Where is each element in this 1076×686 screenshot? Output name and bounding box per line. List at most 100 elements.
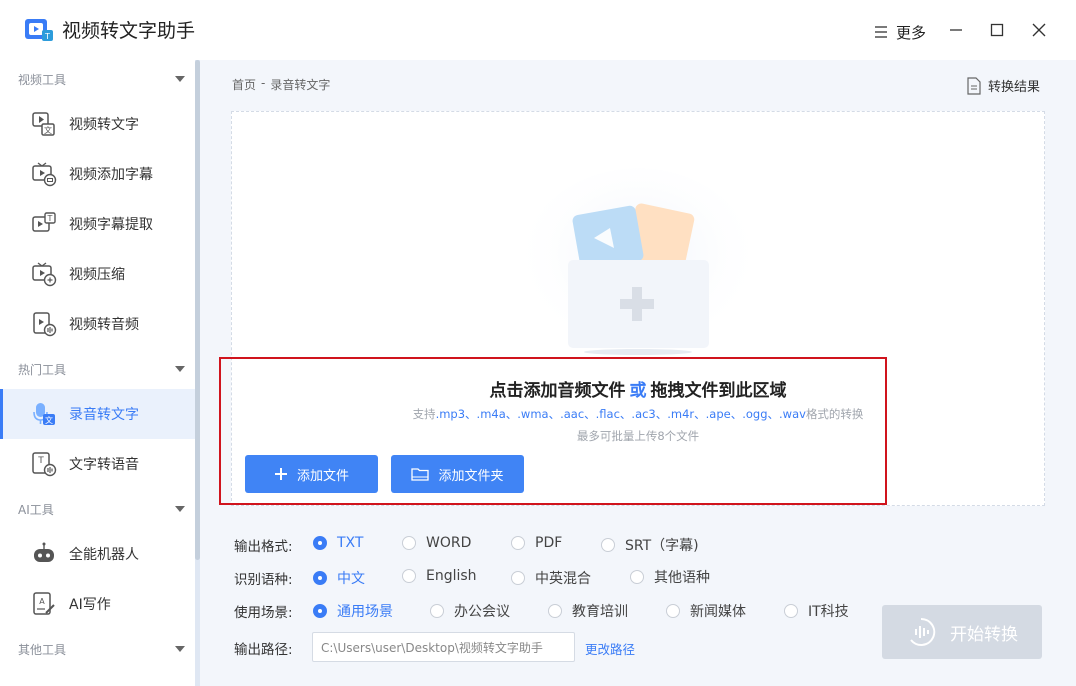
- radio-label: 中文: [337, 571, 365, 587]
- radio-dot: [666, 604, 680, 618]
- sidebar-item-label: AI写作: [69, 597, 111, 613]
- document-icon: [967, 76, 981, 95]
- radio-scene-education[interactable]: 教育培训: [548, 601, 628, 621]
- radio-label: English: [426, 568, 477, 584]
- radio-dot: [784, 604, 798, 618]
- section-label: 视频工具: [18, 72, 67, 87]
- text-to-speech-icon: T: [30, 450, 58, 478]
- video-compress-icon: [30, 260, 58, 288]
- folder-icon: [411, 468, 430, 481]
- svg-text:文: 文: [45, 415, 53, 425]
- radio-language-english[interactable]: English: [402, 568, 477, 584]
- maximize-button[interactable]: [985, 18, 1009, 42]
- sidebar-item-video-to-text[interactable]: 文 视频转文字: [0, 99, 195, 149]
- plus-icon: [274, 468, 287, 480]
- formats-list: .mp3、.m4a、.wma、.aac、.flac、.ac3、.m4r、.ape…: [435, 407, 806, 421]
- radio-dot: [430, 604, 444, 618]
- radio-label: 新闻媒体: [690, 604, 746, 620]
- sidebar-item-label: 视频添加字幕: [69, 167, 153, 183]
- svg-text:文: 文: [44, 125, 52, 135]
- section-label: AI工具: [18, 502, 54, 517]
- svg-text:T: T: [37, 456, 44, 466]
- radio-dot: [601, 538, 615, 552]
- sidebar-section-ai-tools[interactable]: AI工具: [0, 491, 195, 527]
- sidebar-section-video-tools[interactable]: 视频工具: [0, 61, 195, 97]
- upload-limit-text: 最多可批量上传8个文件: [576, 429, 700, 443]
- add-file-button[interactable]: 添加文件: [245, 455, 378, 493]
- menu-icon: [875, 26, 887, 38]
- radio-dot: [548, 604, 562, 618]
- sidebar-item-label: 全能机器人: [69, 547, 139, 563]
- breadcrumb-home[interactable]: 首页: [232, 76, 256, 93]
- add-file-label: 添加文件: [296, 468, 349, 484]
- radio-label: 教育培训: [572, 604, 628, 620]
- ai-writing-icon: A: [30, 590, 58, 618]
- start-conversion-button[interactable]: 开始转换: [882, 605, 1042, 659]
- caret-down-icon: [175, 366, 185, 372]
- radio-label: TXT: [337, 535, 364, 551]
- microphone-icon: 文: [30, 400, 58, 428]
- sidebar-item-ai-writing[interactable]: A AI写作: [0, 579, 195, 629]
- breadcrumb-current: 录音转文字: [270, 78, 331, 92]
- drop-zone-title: 点击添加音频文件或拖拽文件到此区域: [232, 376, 1044, 401]
- radio-dot: [511, 536, 525, 550]
- sidebar-section-other-tools[interactable]: 其他工具: [0, 631, 195, 667]
- drop-title-or: 或: [629, 381, 647, 401]
- minimize-button[interactable]: [944, 18, 968, 42]
- radio-format-pdf[interactable]: PDF: [511, 535, 562, 551]
- radio-label: 通用场景: [337, 604, 393, 620]
- sidebar-item-label: 视频字幕提取: [69, 217, 153, 233]
- title-bar: T 视频转文字助手 更多: [0, 0, 1076, 60]
- conversion-results-button[interactable]: 转换结果: [966, 76, 1040, 95]
- more-button[interactable]: 更多: [874, 22, 926, 42]
- radio-dot: [313, 604, 327, 618]
- formats-prefix: 支持: [412, 407, 436, 421]
- caret-down-icon: [175, 76, 185, 82]
- radio-scene-it-tech[interactable]: IT科技: [784, 601, 849, 621]
- breadcrumb: 首页 - 录音转文字: [232, 76, 330, 93]
- video-to-text-icon: 文: [30, 110, 58, 138]
- close-icon: [1032, 23, 1046, 37]
- sidebar-item-video-compress[interactable]: 视频压缩: [0, 249, 195, 299]
- radio-scene-news-media[interactable]: 新闻媒体: [666, 601, 746, 621]
- sidebar-item-subtitle-extract[interactable]: T 视频字幕提取: [0, 199, 195, 249]
- more-label: 更多: [896, 23, 927, 42]
- radio-label: IT科技: [808, 604, 849, 620]
- output-path-field[interactable]: [312, 632, 575, 662]
- conversion-results-label: 转换结果: [988, 80, 1041, 95]
- maximize-icon: [990, 23, 1004, 37]
- radio-dot: [511, 571, 525, 585]
- radio-format-srt[interactable]: SRT（字幕): [601, 535, 699, 555]
- breadcrumb-separator: -: [261, 76, 266, 90]
- sidebar-item-ai-robot[interactable]: 全能机器人: [0, 529, 195, 579]
- radio-label: SRT（字幕): [625, 538, 699, 554]
- sidebar-section-hot-tools[interactable]: 热门工具: [0, 351, 195, 387]
- sidebar-item-video-to-audio[interactable]: 视频转音频: [0, 299, 195, 349]
- radio-scene-general[interactable]: 通用场景: [313, 601, 393, 621]
- add-folder-button[interactable]: 添加文件夹: [391, 455, 524, 493]
- radio-language-chinese[interactable]: 中文: [313, 568, 365, 588]
- radio-scene-meeting[interactable]: 办公会议: [430, 601, 510, 621]
- radio-language-mixed[interactable]: 中英混合: [511, 568, 591, 588]
- sidebar-item-video-add-subtitle[interactable]: 视频添加字幕: [0, 149, 195, 199]
- sidebar-item-label: 文字转语音: [69, 457, 139, 473]
- radio-dot: [402, 536, 416, 550]
- svg-text:T: T: [47, 214, 53, 223]
- scene-label: 使用场景:: [234, 605, 293, 621]
- radio-label: PDF: [535, 535, 563, 551]
- radio-dot: [630, 570, 644, 584]
- radio-language-other[interactable]: 其他语种: [630, 567, 710, 587]
- radio-dot: [313, 571, 327, 585]
- sidebar-item-text-to-speech[interactable]: T 文字转语音: [0, 439, 195, 489]
- drop-title-suffix: 拖拽文件到此区域: [650, 381, 787, 401]
- change-path-link[interactable]: 更改路径: [585, 639, 635, 658]
- sidebar-item-audio-to-text[interactable]: 文 录音转文字: [0, 389, 195, 439]
- caret-down-icon: [175, 506, 185, 512]
- svg-text:T: T: [44, 32, 50, 41]
- radio-dot: [402, 569, 416, 583]
- robot-icon: [30, 540, 58, 568]
- close-button[interactable]: [1027, 18, 1051, 42]
- radio-label: 办公会议: [454, 604, 510, 620]
- radio-format-word[interactable]: WORD: [402, 535, 471, 551]
- radio-format-txt[interactable]: TXT: [313, 535, 363, 551]
